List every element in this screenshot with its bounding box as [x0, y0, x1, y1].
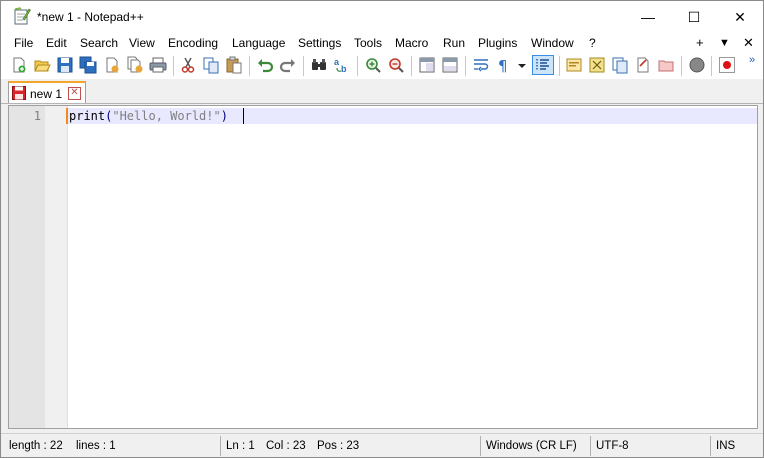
code-paren-close: ) [220, 109, 228, 123]
window-title: *new 1 - Notepad++ [37, 10, 144, 24]
toolbar-separator [303, 56, 304, 76]
tab-list-dropdown-button[interactable]: ▼ [719, 37, 730, 49]
save-icon[interactable] [56, 56, 74, 74]
status-length: length : 22 [9, 440, 63, 452]
code-function: print [69, 109, 106, 123]
code-string: "Hello, World!" [112, 109, 221, 123]
print-icon[interactable] [149, 56, 167, 74]
new-tab-plus-button[interactable]: + [696, 35, 704, 50]
menu-encoding[interactable]: Encoding [168, 36, 218, 50]
toolbar-separator [559, 56, 560, 76]
copy-icon[interactable] [202, 56, 220, 74]
maximize-icon: ☐ [687, 8, 701, 25]
close-all-icon[interactable] [126, 56, 144, 74]
code-line[interactable]: print("Hello, World!") [69, 109, 228, 123]
minimize-icon: — [641, 9, 655, 25]
status-ln: Ln : 1 [226, 440, 255, 452]
menu-help[interactable]: ? [589, 36, 596, 50]
paste-icon[interactable] [225, 56, 243, 74]
unsaved-file-icon [12, 86, 26, 100]
menu-tools[interactable]: Tools [354, 36, 382, 50]
zoom-in-icon[interactable] [364, 56, 382, 74]
menu-view[interactable]: View [129, 36, 155, 50]
toolbar-separator [711, 56, 712, 76]
replace-icon[interactable]: ab [333, 56, 351, 74]
close-document-button[interactable]: ✕ [743, 35, 754, 51]
status-divider [590, 436, 591, 456]
show-all-chars-icon[interactable]: ¶ [495, 56, 513, 74]
line-number: 1 [33, 109, 41, 123]
toolbar-separator [411, 56, 412, 76]
undo-icon[interactable] [256, 56, 274, 74]
status-lines: lines : 1 [76, 440, 116, 452]
close-file-icon[interactable] [103, 56, 121, 74]
redo-icon[interactable] [279, 56, 297, 74]
status-pos: Pos : 23 [317, 440, 360, 452]
change-history-marker [66, 108, 68, 124]
tab-bar: new 1 ✕ [1, 79, 763, 104]
cut-icon[interactable] [179, 56, 197, 74]
title-bar[interactable]: *new 1 - Notepad++ — ☐ ✕ [1, 1, 763, 33]
new-file-icon[interactable] [10, 56, 28, 74]
tab-new-1[interactable]: new 1 ✕ [8, 81, 86, 103]
toolbar-separator [357, 56, 358, 76]
indent-guide-icon[interactable] [532, 55, 554, 75]
svg-text:b: b [341, 64, 347, 74]
doc-map-icon[interactable] [565, 56, 583, 74]
save-all-icon[interactable] [79, 56, 97, 74]
menu-file[interactable]: File [14, 36, 33, 50]
toolbar-separator [465, 56, 466, 76]
menu-run[interactable]: Run [443, 36, 465, 50]
zoom-out-icon[interactable] [387, 56, 405, 74]
status-divider [480, 436, 481, 456]
fold-margin[interactable] [45, 106, 68, 428]
line-number-gutter: 1 [9, 106, 45, 428]
notepadpp-app-icon [14, 7, 31, 25]
folder-workspace-icon[interactable] [611, 56, 629, 74]
status-col: Col : 23 [266, 440, 306, 452]
status-insert-mode[interactable]: INS [716, 440, 735, 452]
tab-close-icon[interactable]: ✕ [68, 87, 81, 100]
find-icon[interactable] [310, 56, 328, 74]
word-wrap-icon[interactable] [472, 56, 490, 74]
maximize-button[interactable]: ☐ [671, 1, 717, 33]
svg-text:¶: ¶ [498, 57, 508, 74]
close-icon: ✕ [734, 8, 746, 25]
close-window-button[interactable]: ✕ [717, 1, 763, 33]
toolbar-separator [681, 56, 682, 76]
status-eol[interactable]: Windows (CR LF) [486, 440, 577, 452]
macro-stop-icon[interactable] [688, 56, 706, 74]
svg-text:a: a [334, 57, 340, 67]
function-list-icon[interactable] [588, 56, 606, 74]
menu-search[interactable]: Search [80, 36, 118, 50]
macro-record-icon[interactable] [718, 56, 736, 74]
chevron-down-icon[interactable] [515, 56, 529, 74]
doc-list-icon[interactable] [634, 56, 652, 74]
menu-plugins[interactable]: Plugins [478, 36, 517, 50]
menu-edit[interactable]: Edit [46, 36, 67, 50]
toolbar-separator [249, 56, 250, 76]
sync-horizontal-icon[interactable] [441, 56, 459, 74]
editor-area[interactable]: 1 print("Hello, World!") [8, 105, 758, 429]
text-caret [243, 108, 244, 124]
status-encoding[interactable]: UTF-8 [596, 440, 629, 452]
tab-label: new 1 [30, 87, 63, 101]
sync-vertical-icon[interactable] [418, 56, 436, 74]
toolbar-overflow-icon[interactable]: » [749, 54, 755, 66]
menu-bar: File Edit Search View Encoding Language … [1, 33, 763, 53]
notepadpp-window: *new 1 - Notepad++ — ☐ ✕ File Edit Searc… [0, 0, 764, 458]
menu-settings[interactable]: Settings [298, 36, 341, 50]
menu-window[interactable]: Window [531, 36, 574, 50]
toolbar-separator [173, 56, 174, 76]
monitoring-icon[interactable] [657, 56, 675, 74]
status-divider [710, 436, 711, 456]
status-divider [220, 436, 221, 456]
open-file-icon[interactable] [33, 56, 51, 74]
menu-macro[interactable]: Macro [395, 36, 428, 50]
toolbar: ab ¶ » [1, 53, 763, 79]
status-bar: length : 22 lines : 1 Ln : 1 Col : 23 Po… [1, 433, 763, 457]
minimize-button[interactable]: — [625, 1, 671, 33]
menu-language[interactable]: Language [232, 36, 285, 50]
